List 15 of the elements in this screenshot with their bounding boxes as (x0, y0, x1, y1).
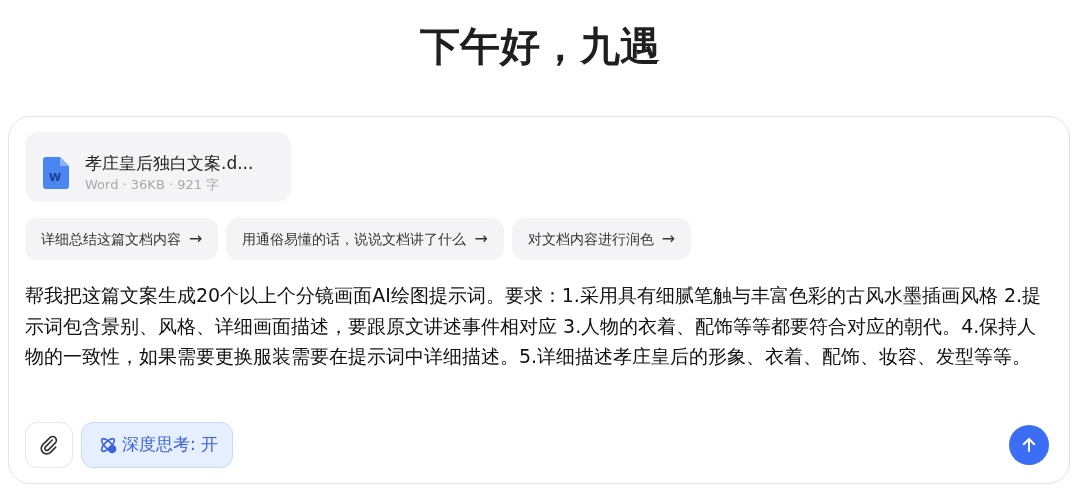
suggestion-chip[interactable]: 用通俗易懂的话，说说文档讲了什么 → (226, 218, 504, 260)
suggestion-chip[interactable]: 对文档内容进行润色 → (511, 218, 692, 260)
file-name: 孝庄皇后独白文案.d... (85, 152, 254, 175)
deep-think-toggle[interactable]: 深度思考: 开 (81, 422, 234, 468)
send-button[interactable] (1009, 425, 1049, 465)
attachment-chip[interactable]: W 孝庄皇后独白文案.d... Word · 36KB · 921 字 (25, 132, 291, 202)
send-arrow-icon (1020, 436, 1038, 454)
prompt-text: 帮我把这篇文案生成20个以上个分镜画面AI绘图提示词。要求：1.采用具有细腻笔触与丰富色彩的古风水墨插画风格 2.提示词包含景别、风格、详细画面描述，要跟原文讲述事件相对应 3.人物的衣着、配饰等等都要符合对应的朝代。4.保持人物的一致性，如果需要更换服装需要在提示词中详细描述。5.详细描述孝庄皇后的形象、衣着、配饰、妆容、发型等等。 (25, 283, 1043, 369)
greeting-title: 下午好，九遇 (419, 22, 661, 71)
paperclip-icon (39, 435, 59, 455)
atom-icon (98, 435, 118, 455)
file-meta: Word · 36KB · 921 字 (85, 176, 221, 194)
word-file-icon: W (43, 157, 69, 189)
suggestion-chip[interactable]: 详细总结这篇文档内容 → (25, 218, 219, 260)
attach-button[interactable] (25, 422, 73, 468)
